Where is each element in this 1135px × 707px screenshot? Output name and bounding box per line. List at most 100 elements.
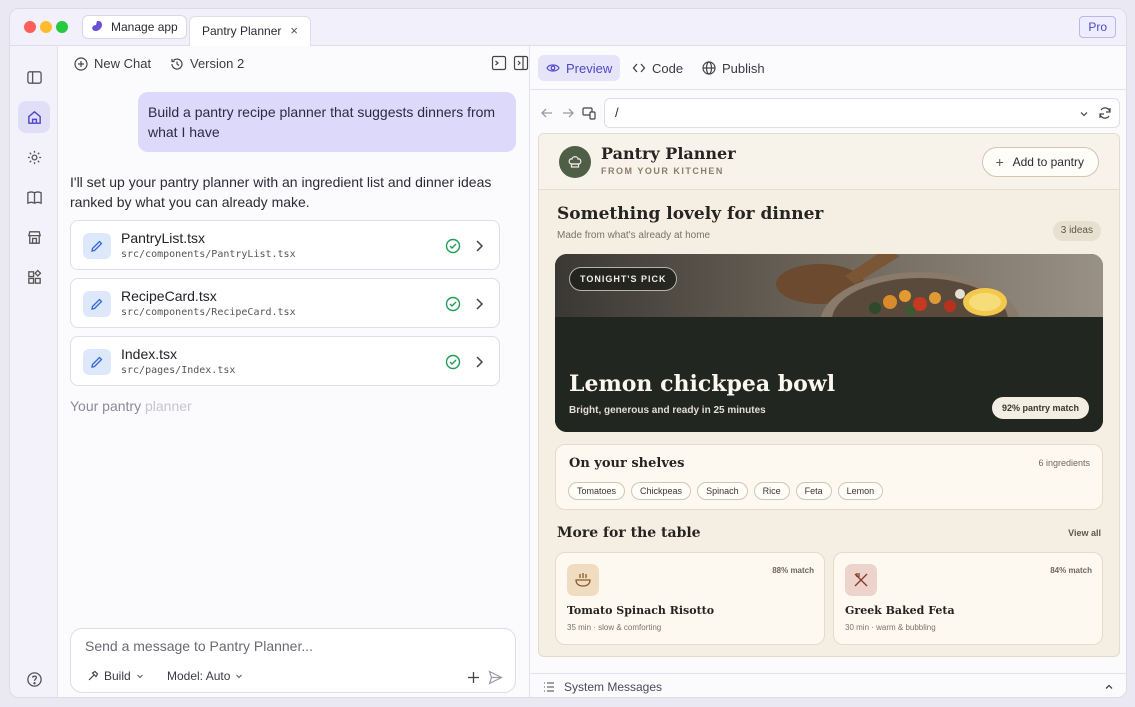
assistant-message: I'll set up your pantry planner with an … (70, 174, 492, 210)
more-section-title: More for the table (557, 525, 701, 541)
terminal-icon[interactable] (491, 55, 507, 71)
apps-icon[interactable] (18, 261, 50, 293)
chat-panel: New Chat Version 2 Build a pantry recipe… (58, 46, 530, 697)
help-icon[interactable] (18, 663, 50, 695)
preview-tabs: Preview Code Publish (530, 46, 1126, 90)
tab-code[interactable]: Code (624, 55, 691, 81)
globe-icon (702, 61, 716, 75)
model-label: Model: Auto (167, 669, 231, 683)
add-to-pantry-button[interactable]: + Add to pantry (981, 147, 1099, 177)
tab-publish[interactable]: Publish (694, 55, 773, 81)
plus-icon: + (995, 154, 1004, 170)
tonights-pick-badge: TONIGHT'S PICK (569, 267, 678, 291)
streaming-fade-text: planner (144, 398, 192, 414)
ingredient-chip[interactable]: Tomatoes (568, 482, 626, 500)
user-message: Build a pantry recipe planner that sugge… (138, 92, 516, 152)
recipe-card-feta[interactable]: 84% match Greek Baked Feta 30 min · warm… (833, 552, 1103, 645)
tab-close-icon[interactable]: × (290, 17, 298, 45)
chef-hat-icon (559, 146, 591, 178)
version-history-button[interactable]: Version 2 (170, 56, 244, 71)
chevron-up-icon[interactable] (1104, 682, 1114, 692)
shelves-card: On your shelves 6 ingredients Tomatoes C… (555, 444, 1103, 510)
settings-icon[interactable] (18, 141, 50, 173)
tab-preview[interactable]: Preview (538, 55, 621, 81)
recipe-match: 88% match (772, 566, 814, 575)
file-card-recipecard[interactable]: RecipeCard.tsx src/components/RecipeCard… (70, 278, 500, 328)
ingredient-chip[interactable]: Rice (753, 482, 790, 500)
file-card-pantrylist[interactable]: PantryList.tsx src/components/PantryList… (70, 220, 500, 270)
hammer-icon (88, 670, 99, 681)
shelves-title: On your shelves (569, 456, 685, 471)
forward-arrow-icon[interactable] (561, 106, 575, 120)
add-to-pantry-label: Add to pantry (1012, 155, 1084, 169)
ingredient-count: 6 ingredients (1038, 458, 1090, 468)
ingredient-chip[interactable]: Spinach (697, 482, 748, 500)
new-chat-label: New Chat (94, 56, 152, 71)
sidebar-toggle-icon[interactable] (18, 61, 50, 93)
mode-label: Build (104, 669, 131, 683)
page-subheadline: Made from what's already at home (557, 230, 711, 241)
book-icon[interactable] (18, 181, 50, 213)
ingredient-chip[interactable]: Feta (795, 482, 832, 500)
maximize-window-button[interactable] (56, 21, 68, 33)
add-attachment-icon[interactable] (467, 671, 480, 684)
left-rail (10, 46, 58, 697)
file-card-index[interactable]: Index.tsx src/pages/Index.tsx (70, 336, 500, 386)
title-bar: Manage app Pantry Planner × Pro (10, 9, 1126, 46)
device-toggle-icon[interactable] (582, 106, 596, 120)
site-preview: Pantry Planner FROM YOUR KITCHEN + Add t… (538, 133, 1120, 657)
ingredient-chip[interactable]: Lemon (837, 482, 884, 500)
hero-recipe-subtitle: Bright, generous and ready in 25 minutes (569, 405, 766, 416)
message-input[interactable] (85, 638, 485, 654)
tab-code-label: Code (652, 60, 684, 76)
ideas-count-badge: 3 ideas (1052, 221, 1101, 241)
chevron-down-icon (136, 674, 143, 679)
hero-recipe-card[interactable]: TONIGHT'S PICK Lemon chickpea bowl Brigh… (555, 254, 1103, 432)
back-arrow-icon[interactable] (540, 106, 554, 120)
check-circle-icon (445, 354, 461, 370)
recipe-match: 84% match (1050, 566, 1092, 575)
chevron-right-icon (476, 240, 484, 252)
system-messages-label: System Messages (564, 680, 663, 694)
ingredient-chip[interactable]: Chickpeas (631, 482, 692, 500)
file-name: PantryList.tsx (121, 230, 206, 246)
app-logo-icon (92, 21, 102, 32)
message-composer: Build Model: Auto (70, 628, 516, 693)
check-circle-icon (445, 238, 461, 254)
new-chat-button[interactable]: New Chat (74, 56, 151, 71)
list-icon (544, 682, 554, 692)
preview-panel: Preview Code Publish / Pantry Planner FR… (530, 46, 1126, 697)
plus-circle-icon (74, 56, 88, 71)
code-icon (632, 63, 646, 73)
chat-toolbar: New Chat Version 2 (58, 46, 529, 82)
manage-app-button[interactable]: Manage app (82, 15, 187, 39)
view-all-link[interactable]: View all (1068, 528, 1101, 538)
address-bar (604, 98, 1120, 128)
edit-pencil-icon (83, 291, 111, 317)
recipe-meta: 30 min · warm & bubbling (845, 623, 936, 632)
minimize-window-button[interactable] (40, 21, 52, 33)
chevron-right-icon (476, 298, 484, 310)
chevron-down-icon[interactable] (1079, 109, 1089, 119)
close-window-button[interactable] (24, 21, 36, 33)
model-select[interactable]: Model: Auto (167, 669, 243, 683)
app-window: Manage app Pantry Planner × Pro New Chat… (9, 8, 1127, 698)
home-icon[interactable] (18, 101, 50, 133)
collapse-panel-icon[interactable] (513, 55, 529, 71)
file-name: Index.tsx (121, 346, 178, 362)
pro-badge[interactable]: Pro (1079, 16, 1116, 38)
manage-app-label: Manage app (111, 20, 178, 34)
tab-publish-label: Publish (722, 60, 765, 76)
mode-select[interactable]: Build (87, 669, 144, 683)
store-icon[interactable] (18, 221, 50, 253)
tab-pantry-planner[interactable]: Pantry Planner × (189, 16, 311, 46)
send-icon[interactable] (488, 670, 503, 685)
recipe-card-risotto[interactable]: 88% match Tomato Spinach Risotto 35 min … (555, 552, 825, 645)
address-bar-row (530, 90, 1126, 134)
brand-tagline: FROM YOUR KITCHEN (601, 166, 724, 176)
address-input[interactable] (615, 105, 1055, 120)
system-messages-bar[interactable]: System Messages (530, 673, 1126, 697)
recipe-name: Tomato Spinach Risotto (567, 604, 715, 617)
refresh-icon[interactable] (1098, 106, 1112, 120)
recipe-name: Greek Baked Feta (845, 604, 955, 617)
